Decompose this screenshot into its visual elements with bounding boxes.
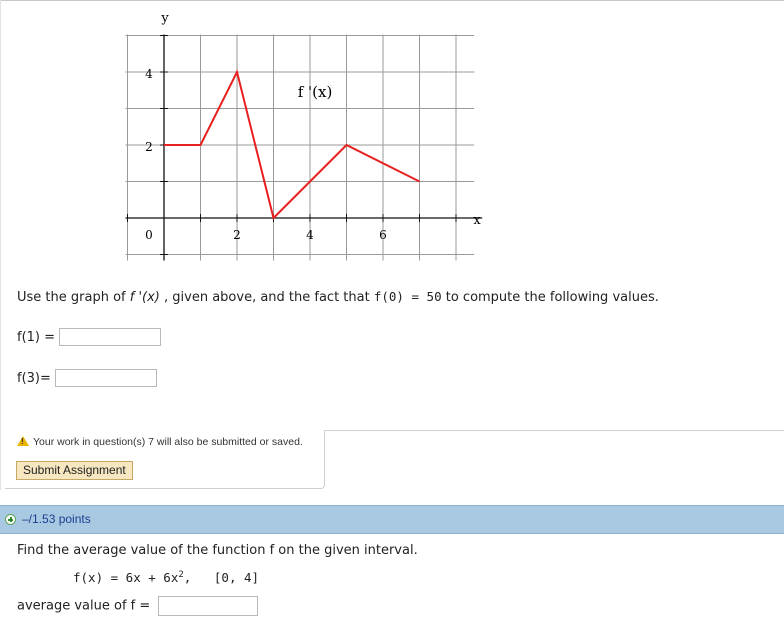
question-6-prompt: Use the graph of f '(x) , given above, a… [17,289,659,305]
question-7-header: –/1.53 points [0,505,784,534]
question-6-panel: y x f '(x) 4 2 0 2 4 6 Use the graph of … [0,0,784,505]
average-value-input[interactable] [158,596,259,616]
f1-row: f(1) = [17,328,162,346]
f3-label: f(3)= [17,370,51,386]
section-divider [324,430,784,431]
x-axis-label: x [473,213,481,228]
x-tick-4: 4 [306,228,314,242]
prompt-prefix: Use the graph of [17,290,126,305]
average-value-label: average value of f = [17,598,151,614]
save-notice: Your work in question(s) 7 will also be … [17,436,303,448]
y-tick-0: 0 [145,228,153,242]
y-axis-label: y [160,11,169,26]
warning-icon [17,436,29,446]
prompt-suffix: to compute the following values. [445,290,659,305]
submit-assignment-button[interactable]: Submit Assignment [16,461,133,480]
question-7-prompt: Find the average value of the function f… [17,543,418,558]
save-notice-text: Your work in question(s) 7 will also be … [33,436,303,448]
f1-label: f(1) = [17,329,56,345]
function-right: , [183,570,192,586]
y-tick-4: 4 [145,67,153,81]
derivative-graph: y x f '(x) 4 2 0 2 4 6 [125,11,483,261]
x-tick-6: 6 [379,228,387,242]
graph-axes [125,34,483,261]
f3-row: f(3)= [17,369,158,387]
average-value-row: average value of f = [17,596,259,616]
x-tick-2: 2 [233,228,241,242]
function-label: f '(x) [298,83,333,101]
f3-input[interactable] [55,369,158,387]
function-left: f(x) = 6x + 6x [73,570,179,586]
f1-input[interactable] [59,328,162,346]
prompt-mid: , given above, and the fact that [164,290,370,305]
prompt-fact: f(0) = 50 [373,289,442,304]
prompt-func: f '(x) [129,290,160,305]
points-value: –/1.53 points [22,512,91,526]
question-7-function: f(x) = 6x + 6x2, [0, 4] [73,570,259,585]
y-tick-2: 2 [145,140,153,154]
function-interval: [0, 4] [213,570,260,586]
graph-grid [125,34,475,261]
expand-plus-icon[interactable] [5,514,16,525]
